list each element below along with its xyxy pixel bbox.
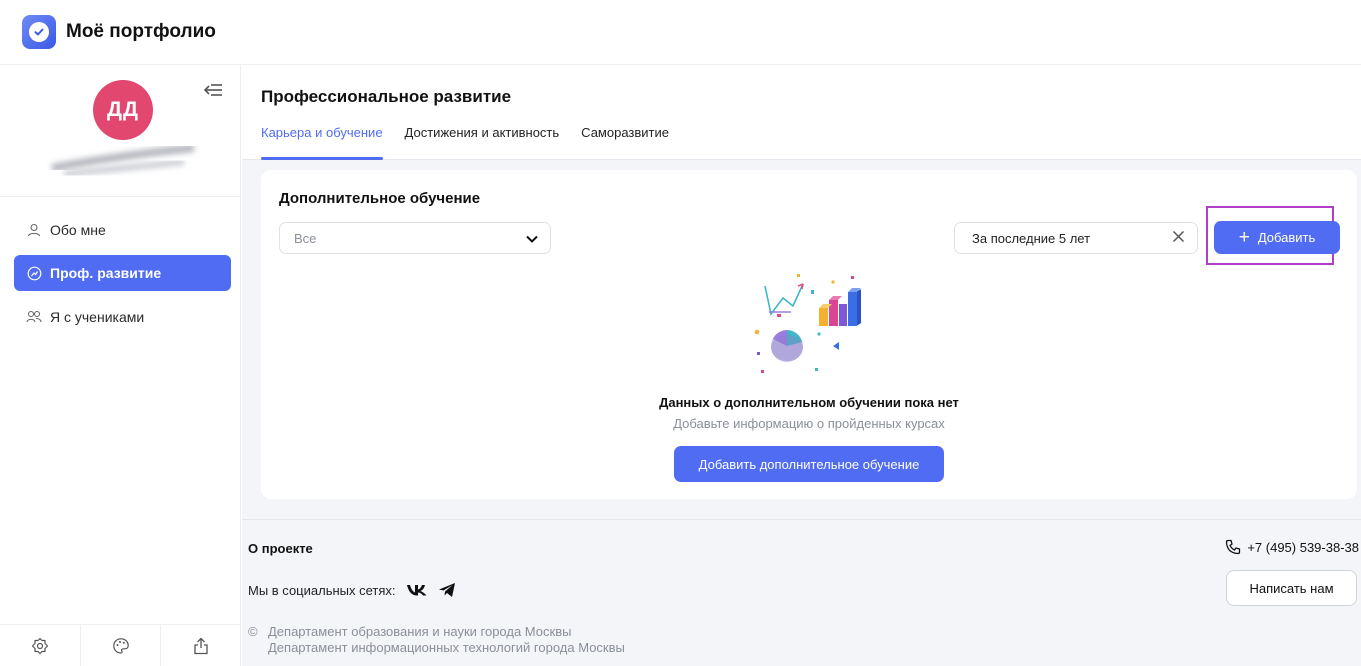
tab-achievements[interactable]: Достижения и активность bbox=[405, 125, 560, 160]
footer-social: Мы в социальных сетях: bbox=[248, 582, 456, 598]
sidebar-item-about[interactable]: Обо мне bbox=[14, 212, 231, 248]
copyright-sign: © bbox=[248, 624, 258, 639]
empty-state-title: Данных о дополнительном обучении пока не… bbox=[659, 395, 959, 410]
check-icon bbox=[29, 22, 49, 42]
sidebar-item-students[interactable]: Я с учениками bbox=[14, 299, 231, 335]
sidebar-bottom-toolbar bbox=[0, 625, 241, 666]
settings-icon[interactable] bbox=[0, 625, 81, 666]
copyright-line-1: Департамент образования и науки города М… bbox=[268, 624, 572, 639]
add-education-button[interactable]: Добавить дополнительное обучение bbox=[674, 446, 944, 482]
sidebar-item-label: Обо мне bbox=[50, 222, 106, 238]
period-filter-value: За последние 5 лет bbox=[972, 230, 1091, 246]
user-icon bbox=[26, 222, 42, 238]
blurred-user-name bbox=[44, 140, 204, 180]
footer-about-link[interactable]: О проекте bbox=[248, 541, 313, 556]
page-title: Профессиональное развитие bbox=[261, 87, 512, 106]
additional-education-card: Дополнительное обучение Все За последние… bbox=[261, 170, 1357, 499]
app-title: Моё портфолио bbox=[66, 21, 216, 42]
footer-phone[interactable]: +7 (495) 539-38-38 bbox=[1225, 539, 1359, 555]
share-icon[interactable] bbox=[161, 625, 241, 666]
write-us-button[interactable]: Написать нам bbox=[1226, 570, 1357, 606]
sidebar-item-label: Проф. развитие bbox=[50, 265, 162, 281]
top-bar: Моё портфолио bbox=[0, 0, 1361, 65]
sidebar-divider bbox=[0, 196, 241, 197]
category-select[interactable]: Все bbox=[279, 222, 551, 254]
sidebar-item-label: Я с учениками bbox=[50, 309, 145, 325]
phone-icon bbox=[1225, 539, 1241, 555]
empty-state-illustration bbox=[747, 270, 873, 378]
tab-self-development[interactable]: Саморазвитие bbox=[581, 125, 669, 160]
footer-copyright: © Департамент образования и науки города… bbox=[248, 624, 625, 656]
sidebar: ДД Обо мне Проф. развитие Я с учениками bbox=[0, 65, 241, 666]
close-icon[interactable] bbox=[1172, 230, 1185, 246]
tab-career-education[interactable]: Карьера и обучение bbox=[261, 125, 383, 160]
empty-state-subtitle: Добавьте информацию о пройденных курсах bbox=[673, 416, 945, 431]
phone-number: +7 (495) 539-38-38 bbox=[1247, 539, 1359, 555]
app-logo[interactable] bbox=[22, 15, 56, 49]
collapse-sidebar-icon[interactable] bbox=[202, 81, 224, 99]
tab-bar: Карьера и обучение Достижения и активнос… bbox=[261, 125, 691, 160]
chevron-down-icon bbox=[526, 231, 538, 246]
section-title: Дополнительное обучение bbox=[279, 190, 481, 207]
period-filter[interactable]: За последние 5 лет bbox=[954, 222, 1198, 254]
palette-icon[interactable] bbox=[81, 625, 162, 666]
add-button[interactable]: + Добавить bbox=[1214, 221, 1340, 254]
users-icon bbox=[26, 309, 42, 325]
growth-icon bbox=[26, 265, 42, 281]
copyright-line-2: Департамент информационных технологий го… bbox=[268, 640, 625, 655]
page-header: Профессиональное развитие Карьера и обуч… bbox=[242, 65, 1361, 160]
category-select-value: Все bbox=[294, 230, 317, 246]
plus-icon: + bbox=[1238, 227, 1250, 248]
vk-icon[interactable] bbox=[406, 583, 428, 597]
add-button-label: Добавить bbox=[1257, 230, 1316, 245]
social-label: Мы в социальных сетях: bbox=[248, 582, 396, 598]
avatar[interactable]: ДД bbox=[93, 80, 153, 140]
sidebar-item-prof-development[interactable]: Проф. развитие bbox=[14, 255, 231, 291]
telegram-icon[interactable] bbox=[438, 582, 456, 598]
footer: О проекте Мы в социальных сетях: © Депар… bbox=[242, 519, 1361, 666]
